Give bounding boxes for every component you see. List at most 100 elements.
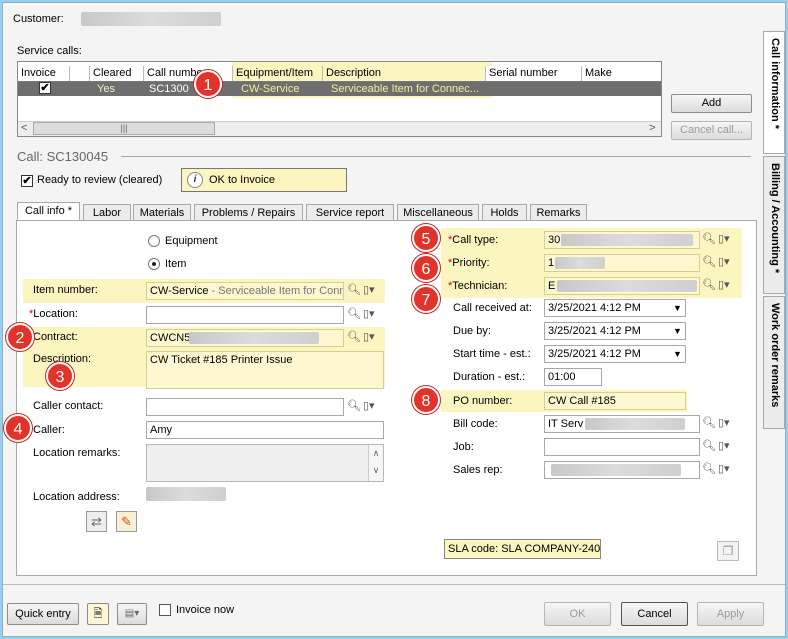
chevron-down-icon[interactable]: ▼ (673, 349, 682, 359)
caller-contact-field[interactable] (146, 398, 344, 416)
document-dropdown-icon[interactable]: ▯▾ (363, 283, 375, 296)
magnifier-icon[interactable]: 🔍︎ (702, 255, 716, 268)
notes-icon[interactable]: 🗎 (87, 603, 109, 625)
document-dropdown-icon[interactable]: ▯▾ (363, 330, 375, 343)
service-calls-label: Service calls: (17, 45, 82, 57)
tab-labor[interactable]: Labor (83, 204, 131, 221)
duration-field[interactable]: 01:00 (544, 368, 602, 386)
tab-call-info[interactable]: Call info * (17, 202, 80, 221)
document-dropdown-icon[interactable]: ▯▾ (718, 439, 730, 452)
scroll-right-icon[interactable]: > (649, 122, 655, 134)
col-cleared[interactable]: Cleared (90, 66, 144, 81)
side-tab-call-information[interactable]: Call information * (763, 31, 785, 154)
apply-button[interactable]: Apply (697, 602, 764, 626)
magnifier-icon[interactable]: 🔍︎ (702, 439, 716, 452)
document-dropdown-icon[interactable]: ▯▾ (718, 416, 730, 429)
col-invoice[interactable]: Invoice (18, 66, 70, 81)
start-time-field[interactable]: 3/25/2021 4:12 PM (544, 345, 686, 363)
tab-problems-repairs[interactable]: Problems / Repairs (194, 204, 303, 221)
col-blank[interactable] (70, 66, 90, 81)
location-remarks-label: Location remarks: (33, 447, 121, 459)
col-description[interactable]: Description (323, 66, 486, 81)
ok-to-invoice-label: OK to Invoice (209, 174, 276, 186)
technician-redacted (557, 280, 697, 292)
tab-miscellaneous[interactable]: Miscellaneous (397, 204, 479, 221)
description-field[interactable]: CW Ticket #185 Printer Issue (146, 351, 384, 389)
side-tab-billing-accounting[interactable]: Billing / Accounting * (763, 156, 785, 294)
item-number-field[interactable]: CW-Service - Serviceable Item for Conne (146, 282, 344, 300)
badge-5: 5 (412, 224, 440, 252)
bill-code-label: Bill code: (453, 418, 498, 430)
badge-6: 6 (412, 254, 440, 282)
magnifier-icon[interactable]: 🔍︎ (347, 330, 361, 343)
info-icon: i (187, 172, 203, 188)
caller-field[interactable]: Amy (146, 421, 384, 439)
swap-address-icon[interactable]: ⇄ (86, 511, 107, 532)
scrollbar-thumb[interactable]: ||| (33, 122, 215, 135)
side-tab-call-information-label: Call information * (769, 38, 781, 130)
item-number-label: Item number: (33, 284, 98, 296)
magnifier-icon[interactable]: 🔍︎ (702, 462, 716, 475)
edit-pencil-icon[interactable]: ✎ (116, 511, 137, 532)
side-tab-work-order-remarks[interactable]: Work order remarks (763, 296, 785, 429)
row-equipment: CW-Service (241, 83, 300, 95)
tab-remarks[interactable]: Remarks (530, 204, 587, 221)
tab-holds[interactable]: Holds (482, 204, 527, 221)
document-dropdown-icon[interactable]: ▯▾ (718, 462, 730, 475)
job-field[interactable] (544, 438, 700, 456)
row-call-number: SC1300 (149, 83, 189, 95)
col-make[interactable]: Make (582, 66, 661, 81)
magnifier-icon[interactable]: 🔍︎ (702, 416, 716, 429)
radio-equipment-label: Equipment (165, 235, 218, 247)
magnifier-icon[interactable]: 🔍︎ (702, 232, 716, 245)
print-dropdown-icon[interactable]: ▤▾ (117, 603, 147, 625)
invoice-now-checkbox[interactable] (159, 604, 171, 616)
title-divider (121, 156, 751, 157)
service-call-window: Customer: Service calls: Invoice Cleared… (2, 2, 786, 637)
quick-entry-button[interactable]: Quick entry (7, 603, 79, 625)
radio-equipment[interactable] (148, 235, 160, 247)
chevron-down-icon[interactable]: ▼ (673, 303, 682, 313)
col-equipment[interactable]: Equipment/Item (233, 66, 323, 81)
document-dropdown-icon[interactable]: ▯▾ (718, 255, 730, 268)
po-number-label: PO number: (453, 395, 513, 407)
tab-materials[interactable]: Materials (133, 204, 191, 221)
row-cleared: Yes (97, 83, 115, 95)
magnifier-icon[interactable]: 🔍︎ (347, 283, 361, 296)
tab-service-report[interactable]: Service report (306, 204, 394, 221)
document-dropdown-icon[interactable]: ▯▾ (718, 278, 730, 291)
magnifier-icon[interactable]: 🔍︎ (347, 399, 361, 412)
scroll-left-icon[interactable]: < (21, 122, 27, 134)
location-field[interactable] (146, 306, 344, 324)
due-by-field[interactable]: 3/25/2021 4:12 PM (544, 322, 686, 340)
document-dropdown-icon[interactable]: ▯▾ (363, 307, 375, 320)
chevron-down-icon[interactable]: ▼ (673, 326, 682, 336)
badge-1: 1 (194, 70, 222, 98)
bill-code-redacted (585, 418, 685, 430)
col-serial-number[interactable]: Serial number (486, 66, 582, 81)
po-number-field[interactable]: CW Call #185 (544, 392, 686, 410)
sales-rep-redacted (551, 464, 681, 476)
document-dropdown-icon[interactable]: ▯▾ (363, 399, 375, 412)
cancel-call-button[interactable]: Cancel call... (671, 121, 752, 140)
job-label: Job: (453, 441, 474, 453)
cancel-button[interactable]: Cancel (621, 602, 688, 626)
invoice-checkbox[interactable]: ✔ (39, 82, 51, 94)
item-number-value: CW-Service (150, 285, 209, 297)
sales-rep-label: Sales rep: (453, 464, 503, 476)
magnifier-icon[interactable]: 🔍︎ (347, 307, 361, 320)
remarks-scrollbar[interactable]: ∧ ∨ (368, 445, 383, 481)
call-received-field[interactable]: 3/25/2021 4:12 PM (544, 299, 686, 317)
ok-button[interactable]: OK (544, 602, 611, 626)
magnifier-icon[interactable]: 🔍︎ (702, 278, 716, 291)
add-button[interactable]: Add (671, 94, 752, 113)
invoice-now-label: Invoice now (176, 604, 235, 616)
copy-icon[interactable]: ❐ (717, 541, 739, 561)
badge-8: 8 (412, 386, 440, 414)
call-type-redacted (561, 234, 693, 246)
location-remarks-field[interactable] (146, 444, 384, 482)
side-tab-work-order-label: Work order remarks (769, 303, 781, 408)
document-dropdown-icon[interactable]: ▯▾ (718, 232, 730, 245)
ready-to-review-checkbox[interactable]: ✔ (21, 175, 33, 187)
radio-item[interactable] (148, 258, 160, 270)
